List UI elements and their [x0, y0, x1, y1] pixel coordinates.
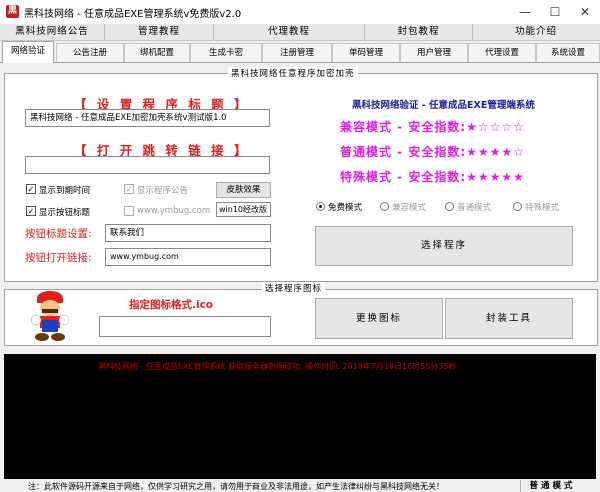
minimize-icon[interactable]: — [510, 0, 540, 24]
button-title-input[interactable]: 联系我们 [105, 224, 271, 242]
close-icon[interactable]: ✕ [570, 0, 600, 24]
change-icon-button[interactable]: 更换图标 [315, 298, 443, 339]
radio-special-mode[interactable] [513, 202, 522, 211]
show-expire-label: 显示到期时间 [39, 186, 91, 196]
radio-special-label: 特殊模式 [525, 203, 560, 213]
button-link-input[interactable]: www.ymbug.com [105, 248, 271, 266]
program-title-input[interactable]: 黑科技网络 - 任意成品EXE加密加壳系统v测试版1.0 [25, 109, 270, 127]
verify-system-title: 黑科技网络验证 - 任意成品EXE管理端系统 [352, 100, 535, 111]
menu-announcement[interactable]: 黑科技网络公告 [0, 24, 105, 40]
jump-link-input[interactable] [25, 156, 270, 174]
select-program-button[interactable]: 选择程序 [315, 226, 573, 266]
log-line: 黑科技网络 - 任意成品EXE管理系统 获取服务器数据成功, 操作时间: 201… [98, 362, 457, 371]
mario-icon [30, 291, 70, 341]
menu-features[interactable]: 功能介绍 [473, 24, 599, 40]
special-stars: ★★★★★ [466, 170, 525, 184]
menu-admin-tutorial[interactable]: 管理教程 [105, 24, 214, 40]
tab-register-manage[interactable]: 注册管理 [262, 43, 332, 62]
show-expire-checkbox[interactable]: ✓ [26, 184, 36, 194]
app-icon: 黑 [6, 5, 19, 18]
show-buttons-label: 显示按钮标题 [39, 208, 91, 218]
status-bar: 注：此软件源码开源来自于网络，仅供学习研究之用，请勿用于商业及非法用途，如产生法… [0, 480, 600, 492]
special-mode-rating: 特殊模式 - 安全指数:★★★★★ [340, 170, 525, 184]
status-notice: 注：此软件源码开源来自于网络，仅供学习研究之用，请勿用于商业及非法用途，如产生法… [28, 482, 444, 491]
show-notice-label: 显示程序公告 [137, 186, 189, 196]
normal-mode-rating: 普通模式 - 安全指数:★★★★☆ [340, 145, 525, 159]
title-bar: 黑 黑科技网络 - 任意成品EXE管理系统v免费版v2.0 — ☐ ✕ [0, 0, 600, 24]
normal-stars: ★★★★☆ [466, 145, 525, 159]
compat-stars: ★☆☆☆☆ [466, 120, 525, 134]
radio-free-mode[interactable] [316, 202, 325, 211]
show-notice-checkbox[interactable]: ✓ [124, 184, 134, 194]
icon-path-input[interactable] [99, 316, 271, 337]
tab-generate-keys[interactable]: 生成卡密 [190, 43, 262, 62]
icon-legend: 选择程序图标 [262, 282, 326, 294]
menu-packet-tutorial[interactable]: 封包教程 [365, 24, 473, 40]
menu-agent-tutorial[interactable]: 代理教程 [214, 24, 365, 40]
status-mode: 普 通 模 式 [520, 480, 581, 492]
radio-compat-label: 兼容模式 [392, 203, 427, 213]
radio-normal-label: 普通模式 [457, 203, 492, 213]
button-title-label: 按钮标题设置: [25, 228, 92, 240]
tab-single-code[interactable]: 单码管理 [332, 43, 400, 62]
tab-agent-settings[interactable]: 代理设置 [468, 43, 536, 62]
watermark-label: www.ymbug.com [137, 206, 211, 216]
compat-mode-rating: 兼容模式 - 安全指数:★☆☆☆☆ [340, 120, 525, 134]
tab-strip: 网络验证 公告注册 绑机配置 生成卡密 注册管理 单码管理 用户管理 代理设置 … [0, 41, 600, 63]
watermark-checkbox[interactable] [124, 206, 134, 216]
radio-compat-mode[interactable] [380, 202, 389, 211]
icon-format-label: 指定图标格式.ico [129, 299, 214, 311]
show-buttons-checkbox[interactable]: ✓ [26, 206, 36, 216]
button-link-label: 按钮打开链接: [25, 252, 92, 264]
maximize-icon[interactable]: ☐ [540, 0, 570, 24]
tab-system-settings[interactable]: 系统设置 [536, 43, 600, 62]
tab-network-verify[interactable]: 网络验证 [2, 41, 54, 63]
tab-notice-register[interactable]: 公告注册 [56, 43, 124, 62]
menu-bar: 黑科技网络公告 管理教程 代理教程 封包教程 功能介绍 [0, 24, 600, 41]
skin-effect-button[interactable]: 皮肤效果 [216, 182, 271, 198]
pack-tool-button[interactable]: 封装工具 [445, 298, 573, 339]
log-console: 黑科技网络 - 任意成品EXE管理系统 获取服务器数据成功, 操作时间: 201… [4, 354, 596, 479]
tab-user-manage[interactable]: 用户管理 [400, 43, 468, 62]
radio-normal-mode[interactable] [445, 202, 454, 211]
encrypt-legend: 黑科技网络任意程序加密加壳 [228, 67, 358, 79]
tab-bind-machine[interactable]: 绑机配置 [124, 43, 190, 62]
radio-free-label: 免费模式 [328, 203, 363, 213]
window-title: 黑科技网络 - 任意成品EXE管理系统v免费版v2.0 [24, 9, 242, 20]
skin-select[interactable]: win10经改版 [216, 202, 271, 217]
